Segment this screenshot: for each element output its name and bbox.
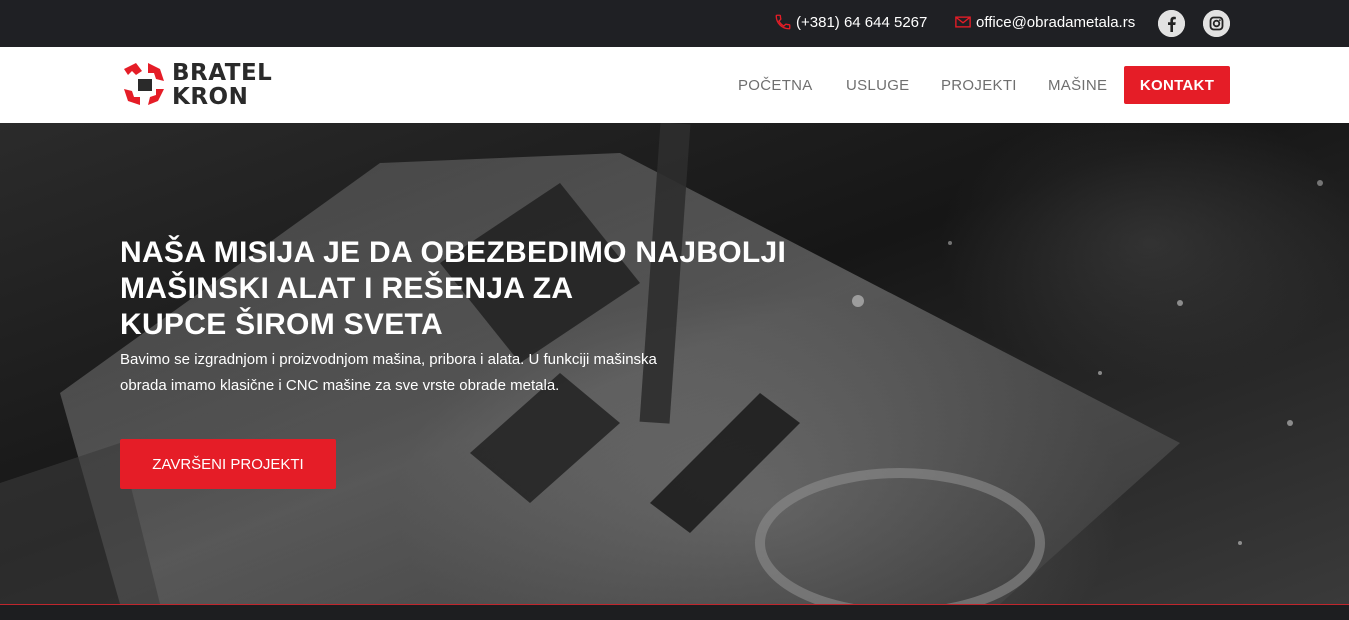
completed-projects-button[interactable]: ZAVRŠENI PROJEKTI bbox=[120, 439, 336, 489]
bottom-divider bbox=[0, 604, 1349, 620]
phone-icon bbox=[774, 13, 792, 31]
instagram-icon[interactable] bbox=[1203, 10, 1230, 37]
logo-text: BRATEL KRON bbox=[172, 61, 272, 109]
hero-title: NAŠA MISIJA JE DA OBEZBEDIMO NAJBOLJI MA… bbox=[120, 235, 820, 343]
logo-line-2: KRON bbox=[172, 84, 249, 110]
hero-title-line-1: NAŠA MISIJA JE DA OBEZBEDIMO NAJBOLJI bbox=[120, 236, 787, 269]
logo-mark-icon bbox=[124, 63, 164, 105]
nav-item-services[interactable]: USLUGE bbox=[846, 77, 910, 94]
site-header: BRATEL KRON POČETNA USLUGE PROJEKTI MAŠI… bbox=[0, 47, 1349, 123]
contact-button[interactable]: KONTAKT bbox=[1124, 66, 1230, 104]
mail-icon bbox=[954, 13, 972, 31]
logo-line-1: BRATEL bbox=[172, 60, 273, 86]
facebook-icon[interactable] bbox=[1158, 10, 1185, 37]
hero-section: NAŠA MISIJA JE DA OBEZBEDIMO NAJBOLJI MA… bbox=[0, 123, 1349, 604]
email-contact[interactable]: office@obradametala.rs bbox=[954, 13, 1135, 31]
top-bar: (+381) 64 644 5267 office@obradametala.r… bbox=[0, 0, 1349, 47]
nav-item-machines[interactable]: MAŠINE bbox=[1048, 77, 1107, 94]
nav-item-projects[interactable]: PROJEKTI bbox=[941, 77, 1017, 94]
hero-title-line-2: MAŠINSKI ALAT I REŠENJA ZA bbox=[120, 272, 574, 305]
logo[interactable]: BRATEL KRON bbox=[120, 59, 295, 111]
phone-contact[interactable]: (+381) 64 644 5267 bbox=[774, 13, 927, 31]
hero-description: Bavimo se izgradnjom i proizvodnjom maši… bbox=[120, 351, 657, 394]
hero-title-line-3: KUPCE ŠIROM SVETA bbox=[120, 308, 443, 341]
email-address[interactable]: office@obradametala.rs bbox=[976, 14, 1135, 31]
phone-number[interactable]: (+381) 64 644 5267 bbox=[796, 14, 927, 31]
nav-item-home[interactable]: POČETNA bbox=[738, 77, 813, 94]
